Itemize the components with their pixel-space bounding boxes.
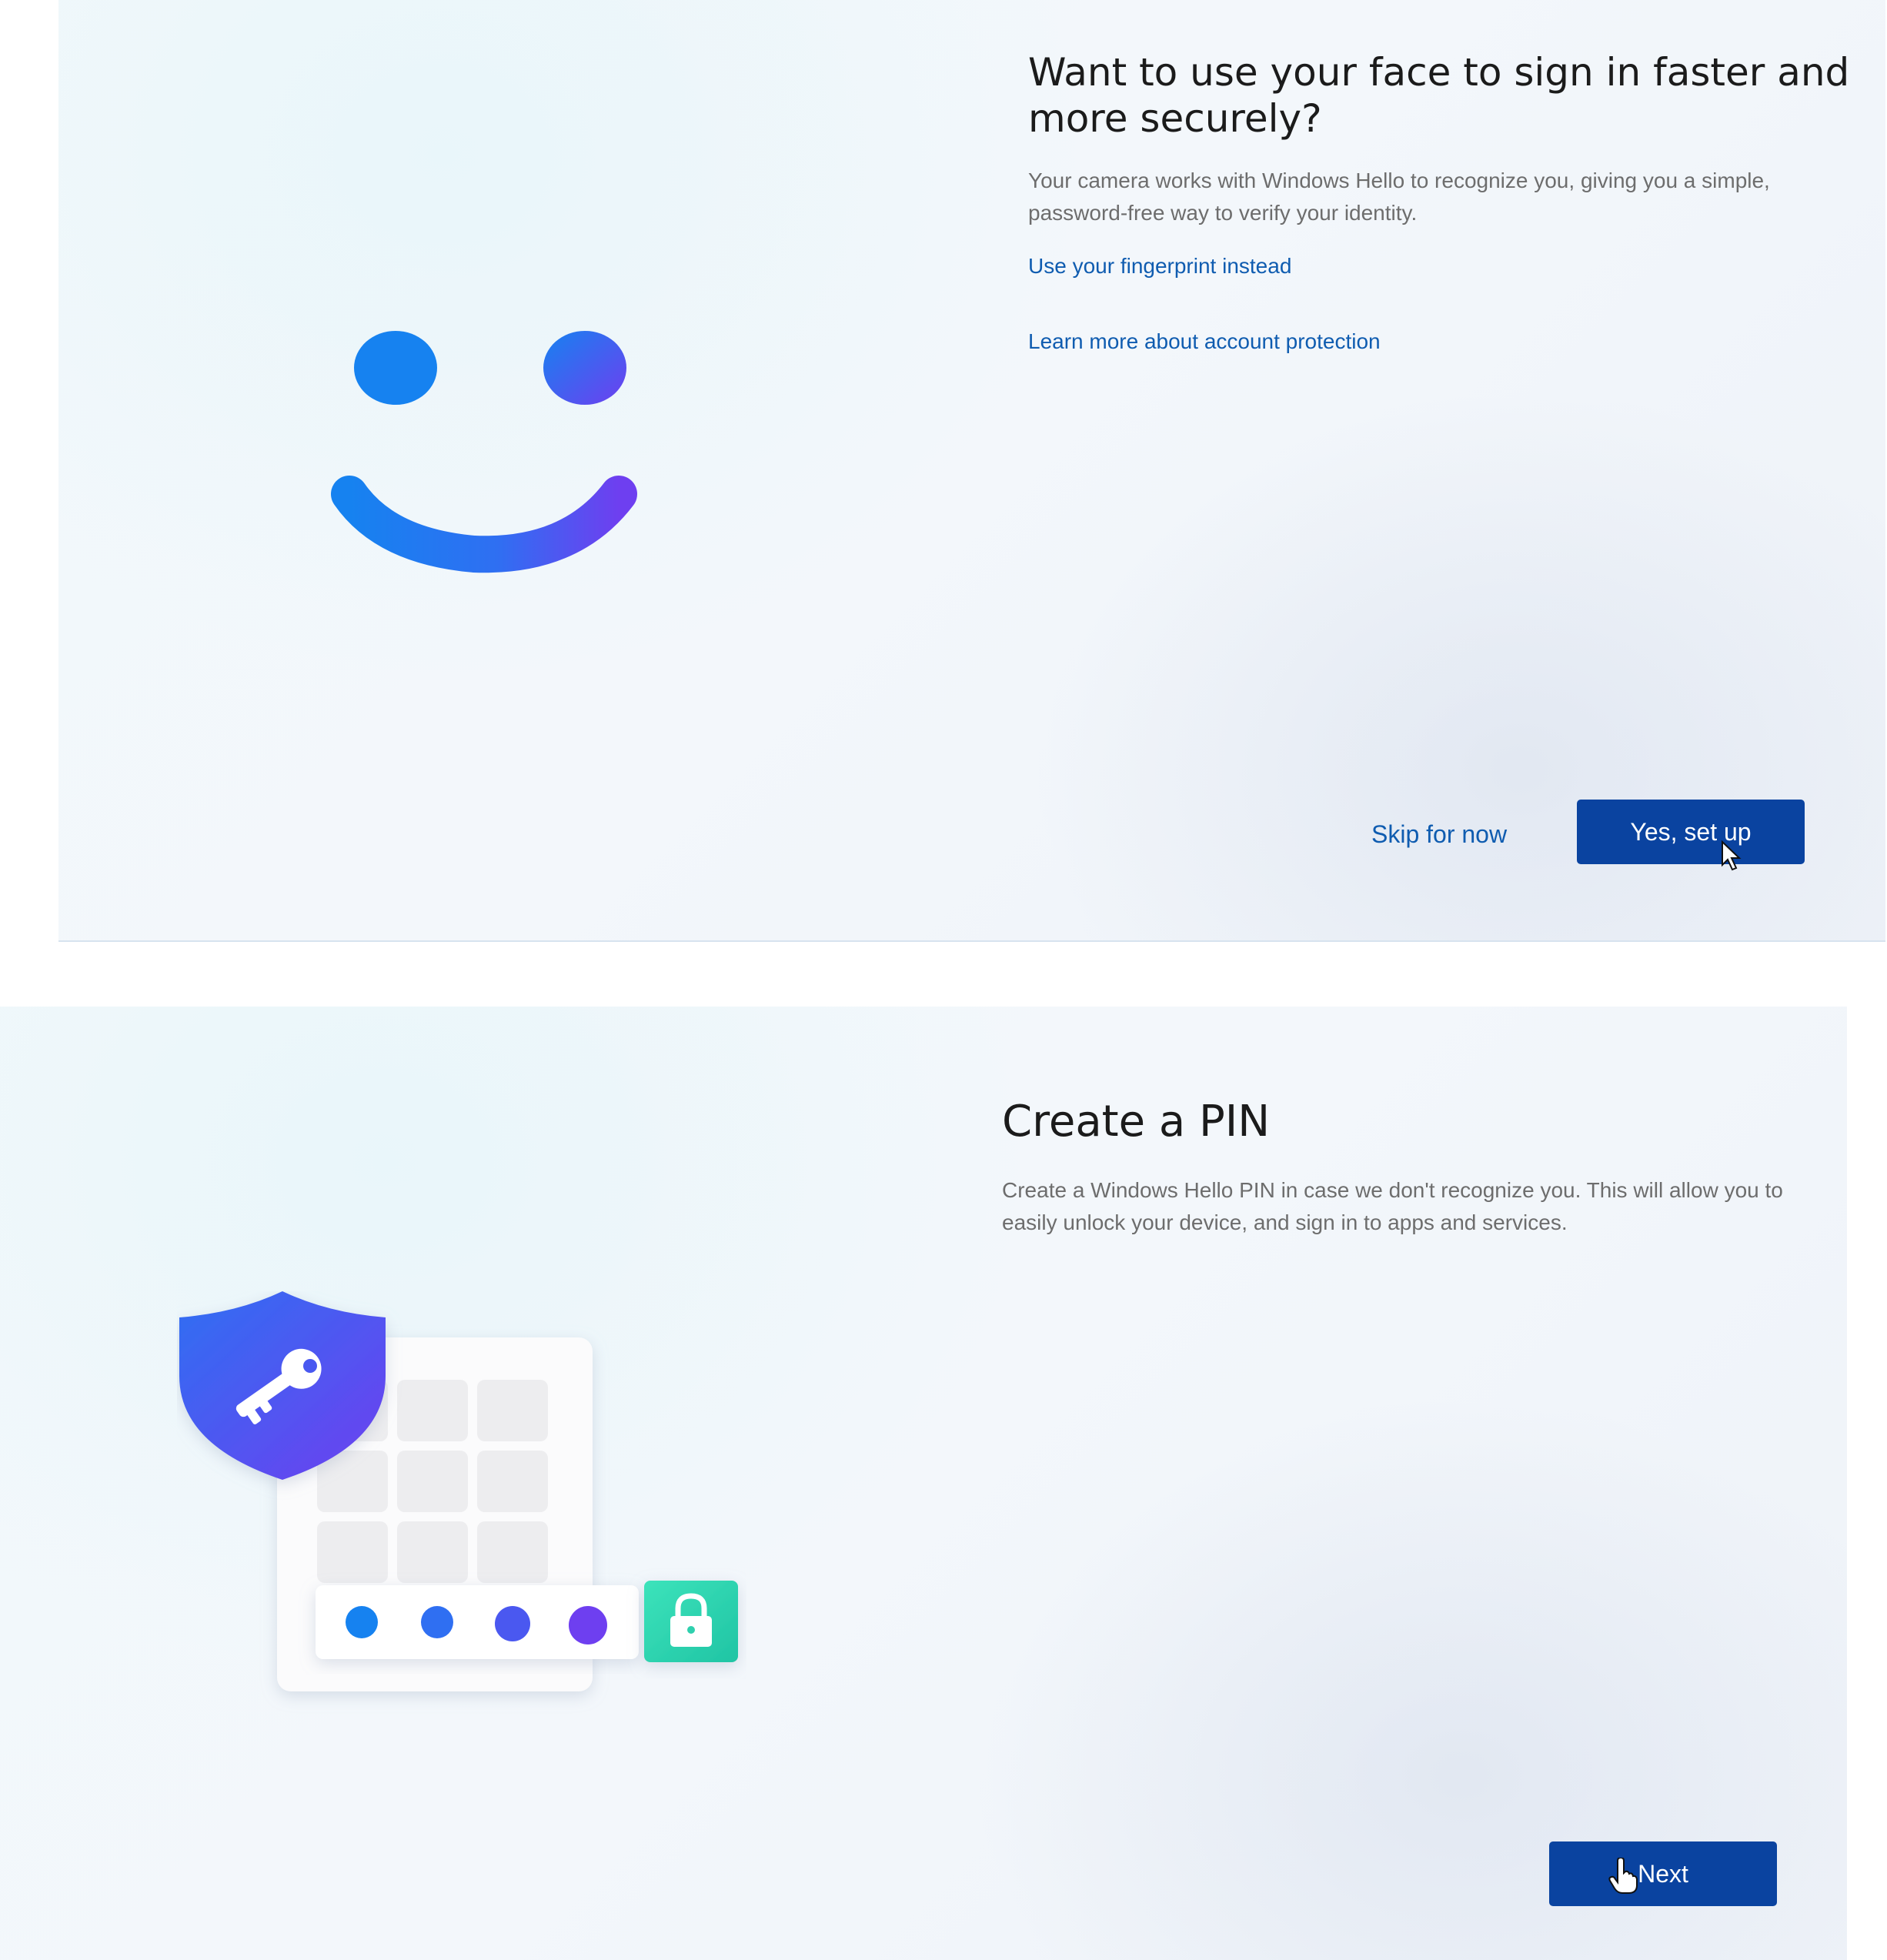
description-text: Create a Windows Hello PIN in case we do… — [1002, 1178, 1783, 1234]
page-title: Want to use your face to sign in faster … — [1028, 50, 1850, 141]
use-fingerprint-link[interactable]: Use your fingerprint instead — [1028, 252, 1291, 280]
description-text: Your camera works with Windows Hello to … — [1028, 169, 1770, 225]
yes-set-up-label: Yes, set up — [1630, 817, 1752, 846]
pin-dot — [495, 1606, 530, 1641]
skip-for-now-button[interactable]: Skip for now — [1371, 819, 1507, 850]
lock-icon — [644, 1581, 738, 1662]
next-label: Next — [1638, 1859, 1688, 1888]
create-pin-screen: Create a PIN Create a Windows Hello PIN … — [0, 1007, 1847, 1960]
right-eye — [543, 331, 626, 405]
yes-set-up-button[interactable]: Yes, set up — [1577, 800, 1805, 864]
pin-dot — [421, 1606, 453, 1638]
pin-keypad-shield-icon — [179, 1291, 738, 1691]
smile-arc — [331, 476, 637, 573]
pin-dot — [346, 1606, 378, 1638]
pin-dot — [569, 1606, 607, 1644]
face-signin-screen: Want to use your face to sign in faster … — [58, 0, 1885, 942]
next-button[interactable]: Next — [1549, 1841, 1777, 1906]
smiley-face-icon — [331, 331, 637, 573]
page-title: Create a PIN — [1002, 1097, 1271, 1147]
learn-more-link[interactable]: Learn more about account protection — [1028, 328, 1381, 356]
left-eye — [354, 331, 437, 405]
